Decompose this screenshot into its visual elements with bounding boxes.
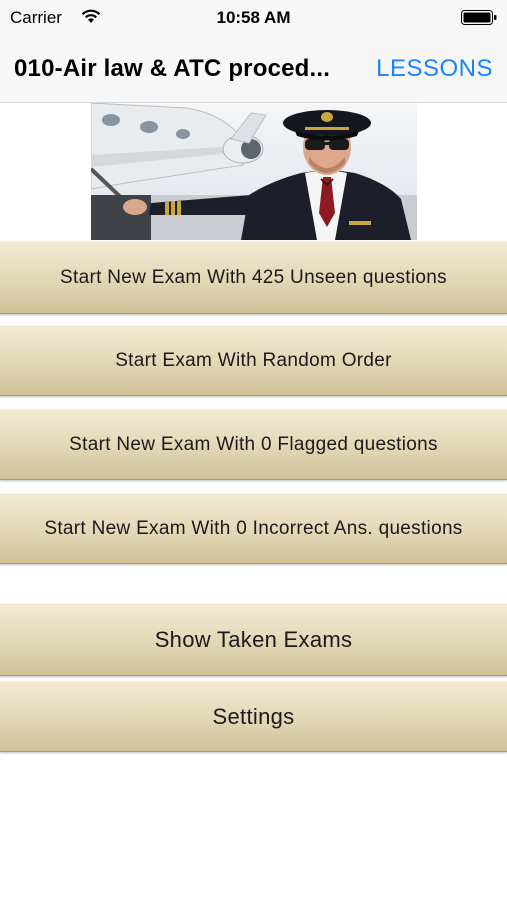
settings-button[interactable]: Settings <box>0 682 507 752</box>
start-incorrect-exam-button[interactable]: Start New Exam With 0 Incorrect Ans. que… <box>0 494 507 564</box>
start-unseen-exam-label: Start New Exam With 425 Unseen questions <box>60 267 447 288</box>
page-title: 010-Air law & ATC proced... <box>14 55 331 82</box>
status-time: 10:58 AM <box>216 8 291 27</box>
start-flagged-exam-label: Start New Exam With 0 Flagged questions <box>69 434 438 455</box>
lessons-button[interactable]: LESSONS <box>376 55 493 83</box>
start-random-order-label: Start Exam With Random Order <box>115 350 392 371</box>
settings-label: Settings <box>212 704 295 729</box>
show-taken-exams-label: Show Taken Exams <box>154 627 353 652</box>
show-taken-exams-button[interactable]: Show Taken Exams <box>0 604 507 676</box>
start-incorrect-exam-label: Start New Exam With 0 Incorrect Ans. que… <box>44 518 463 539</box>
status-bar: Carrier 10:58 AM <box>0 0 507 38</box>
start-random-order-button[interactable]: Start Exam With Random Order <box>0 326 507 396</box>
start-unseen-exam-button[interactable]: Start New Exam With 425 Unseen questions <box>0 242 507 314</box>
navigation-bar: 010-Air law & ATC proced... LESSONS <box>0 38 507 103</box>
pilot-illustration <box>91 103 417 240</box>
battery-icon <box>461 10 497 25</box>
pilot-image <box>91 103 417 240</box>
start-flagged-exam-button[interactable]: Start New Exam With 0 Flagged questions <box>0 410 507 480</box>
